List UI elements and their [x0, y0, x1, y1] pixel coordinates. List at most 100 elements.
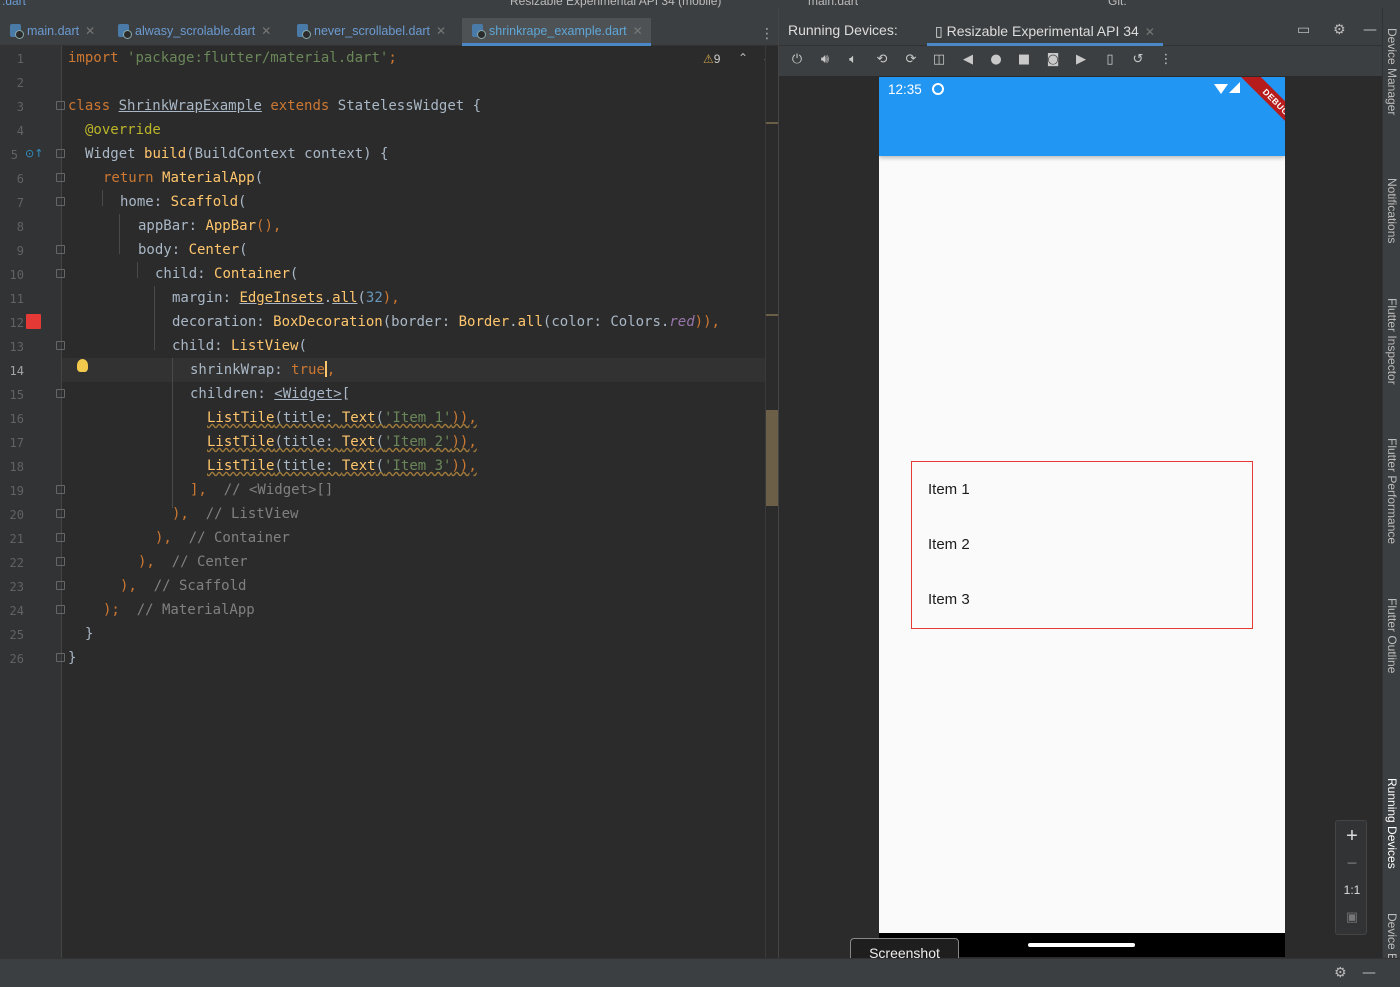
line-number: 24: [9, 604, 24, 618]
sidebar-flutter-performance[interactable]: Flutter Performance: [1385, 438, 1399, 544]
sidebar-running-devices[interactable]: Running Devices: [1385, 778, 1399, 869]
fold-icon[interactable]: [56, 485, 65, 494]
close-icon[interactable]: ✕: [436, 24, 446, 38]
minimize-icon[interactable]: —: [1363, 22, 1377, 38]
status-time: 12:35: [888, 82, 922, 97]
fold-icon[interactable]: [56, 269, 65, 278]
emulator-screen[interactable]: 12:35 DEBUG Item 1 Item 2 Item 3: [879, 77, 1285, 957]
editor-gutter: 1 2 3 4 5 6 7 8 9 10 11 12 13 14 15 16 1…: [0, 46, 62, 958]
close-icon[interactable]: ✕: [85, 24, 95, 38]
fold-icon[interactable]: [56, 149, 65, 158]
code-line-12: decoration: BoxDecoration(border: Border…: [172, 314, 720, 330]
line-number: 20: [9, 508, 24, 522]
close-icon[interactable]: ✕: [633, 24, 643, 38]
zoom-actual-size-button[interactable]: 1:1: [1336, 883, 1368, 897]
code-line-6: return MaterialApp(: [103, 170, 264, 186]
fold-icon[interactable]: [56, 101, 65, 110]
fold-icon[interactable]: [56, 533, 65, 542]
debug-banner: DEBUG: [1239, 77, 1285, 139]
home-handle[interactable]: [1028, 943, 1135, 947]
toolbar-file-fragment: .dart: [2, 0, 27, 8]
code-line-23: ), // Scaffold: [120, 578, 247, 594]
gear-icon[interactable]: ⚙: [1333, 22, 1346, 38]
gear-icon[interactable]: ⚙: [1334, 965, 1347, 981]
device-tab[interactable]: ▯ Resizable Experimental API 34 ✕: [927, 18, 1163, 46]
line-number: 15: [9, 388, 24, 402]
list-tile[interactable]: Item 3: [928, 572, 970, 627]
code-editor[interactable]: 1 2 3 4 5 6 7 8 9 10 11 12 13 14 15 16 1…: [0, 46, 780, 958]
close-icon[interactable]: ✕: [1145, 25, 1155, 39]
run-config-selector[interactable]: main.dart: [808, 0, 858, 8]
code-line-15: children: <Widget>[: [190, 386, 351, 402]
indent-guide: [172, 358, 173, 508]
rotate-right-icon[interactable]: ⟳: [903, 52, 919, 68]
more-tabs-icon[interactable]: ⋮: [760, 26, 774, 42]
line-number-current: 14: [9, 364, 24, 378]
fold-icon[interactable]: [56, 173, 65, 182]
volume-down-icon[interactable]: 🔈︎: [845, 52, 861, 68]
volume-up-icon[interactable]: 🔊︎: [817, 52, 833, 68]
indent-guide: [102, 190, 103, 206]
sidebar-flutter-inspector[interactable]: Flutter Inspector: [1385, 298, 1399, 385]
list-tile[interactable]: Item 2: [928, 517, 970, 572]
line-number: 5: [10, 148, 18, 162]
fold-icon[interactable]: [56, 197, 65, 206]
minimize-icon[interactable]: —: [1362, 965, 1376, 981]
zoom-fit-icon[interactable]: ▣: [1336, 909, 1368, 925]
breakpoint-icon[interactable]: [26, 314, 41, 329]
window-layout-icon[interactable]: ▭: [1297, 22, 1310, 38]
fold-icon[interactable]: [56, 653, 65, 662]
override-gutter-icon[interactable]: ⊙↑: [25, 147, 43, 160]
power-icon[interactable]: ⏻: [789, 52, 805, 68]
code-line-17: ListTile(title: Text('Item 2')),: [207, 434, 477, 450]
fold-icon[interactable]: [56, 389, 65, 398]
video-record-icon[interactable]: ▶: [1073, 52, 1089, 68]
bottom-panel-bar: ⚙ —: [0, 958, 1400, 987]
code-line-3: class ShrinkWrapExample extends Stateles…: [68, 98, 482, 114]
rotate-left-icon[interactable]: ⟲: [874, 52, 890, 68]
list-tile[interactable]: Item 1: [928, 462, 970, 517]
device-selector[interactable]: Resizable Experimental API 34 (mobile): [510, 0, 721, 8]
fold-icon[interactable]: [56, 605, 65, 614]
home-icon[interactable]: ●: [988, 52, 1004, 68]
reset-icon[interactable]: ↺: [1130, 52, 1146, 68]
line-number: 7: [16, 196, 24, 210]
fold-device-icon[interactable]: ◫: [931, 52, 947, 68]
inspection-warnings[interactable]: ⚠9: [703, 52, 720, 66]
indent-guide: [137, 262, 138, 278]
tab-label: main.dart: [27, 24, 80, 38]
editor-scrollbar[interactable]: [765, 46, 779, 958]
fold-icon[interactable]: [56, 581, 65, 590]
tab-main-dart[interactable]: main.dart ✕: [0, 18, 103, 46]
sidebar-flutter-outline[interactable]: Flutter Outline: [1385, 598, 1399, 673]
tab-alwasy-scrolable[interactable]: alwasy_scrolable.dart ✕: [108, 18, 279, 46]
line-number: 3: [16, 100, 24, 114]
overview-icon[interactable]: ■: [1016, 52, 1032, 68]
sidebar-device-explorer[interactable]: Device Explorer: [1385, 913, 1399, 958]
code-line-13: child: ListView(: [172, 338, 307, 354]
fold-icon[interactable]: [56, 245, 65, 254]
zoom-in-button[interactable]: +: [1336, 825, 1368, 848]
tab-shrinkrape-example[interactable]: shrinkrape_example.dart ✕: [462, 18, 651, 46]
zoom-out-button[interactable]: −: [1336, 853, 1368, 874]
warning-count: 9: [713, 52, 721, 66]
running-devices-header: Running Devices: ▯ Resizable Experimenta…: [779, 8, 1383, 46]
code-line-14: shrinkWrap: true,: [190, 361, 336, 378]
more-options-icon[interactable]: ⋮: [1158, 52, 1174, 68]
line-number: 8: [16, 220, 24, 234]
line-number: 18: [9, 460, 24, 474]
line-number: 2: [16, 76, 24, 90]
camera-icon[interactable]: ◙: [1045, 52, 1061, 68]
fold-icon[interactable]: [56, 509, 65, 518]
fold-icon[interactable]: [56, 341, 65, 350]
close-icon[interactable]: ✕: [261, 24, 271, 38]
fold-icon[interactable]: [56, 557, 65, 566]
lightbulb-icon[interactable]: [77, 359, 88, 372]
sidebar-notifications[interactable]: Notifications: [1385, 178, 1399, 243]
back-icon[interactable]: ◀: [960, 52, 976, 68]
device-frame-icon[interactable]: ▯: [1102, 52, 1118, 68]
device-controls-toolbar: ⏻ 🔊︎ 🔈︎ ⟲ ⟳ ◫ ◀ ● ■ ◙ ▶ ▯ ↺ ⋮: [779, 46, 1383, 76]
sidebar-device-manager[interactable]: Device Manager: [1385, 28, 1399, 115]
dart-file-icon: [118, 24, 132, 39]
tab-never-scrollabel[interactable]: never_scrollabel.dart ✕: [287, 18, 454, 46]
